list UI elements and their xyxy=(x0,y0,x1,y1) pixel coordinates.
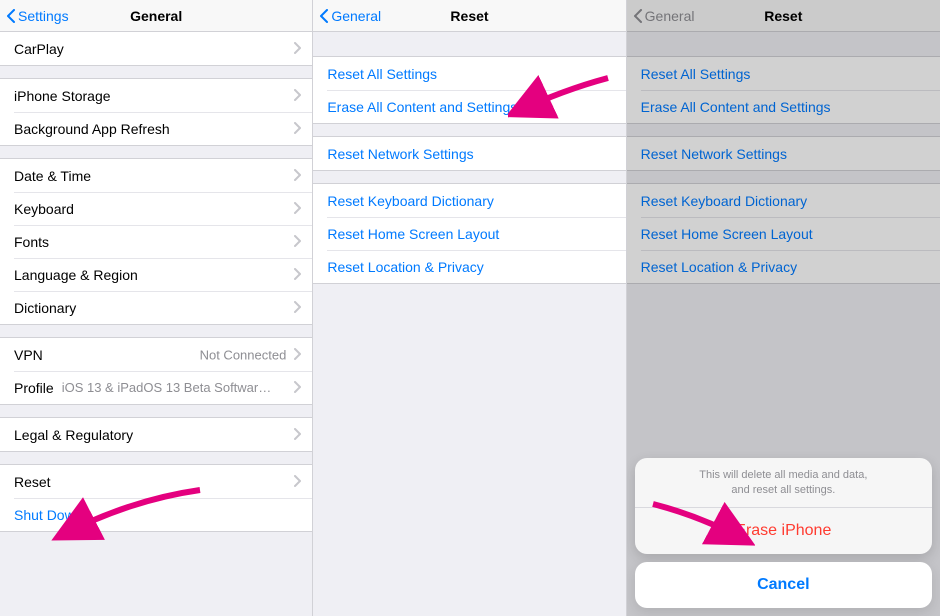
chevron-right-icon xyxy=(294,427,302,443)
row-label: Language & Region xyxy=(14,267,138,283)
back-label: Settings xyxy=(18,8,69,24)
row-label: Reset Keyboard Dictionary xyxy=(327,193,494,209)
row-date-time[interactable]: Date & Time xyxy=(0,159,312,192)
group-reset-3: Reset Keyboard Dictionary Reset Home Scr… xyxy=(313,183,625,284)
row-shutdown[interactable]: Shut Down xyxy=(0,498,312,531)
cancel-button[interactable]: Cancel xyxy=(635,562,932,608)
row-label: Keyboard xyxy=(14,201,74,217)
button-label: Cancel xyxy=(757,576,809,594)
row-background-app-refresh[interactable]: Background App Refresh xyxy=(0,112,312,145)
back-to-general[interactable]: General xyxy=(319,0,381,32)
row-keyboard[interactable]: Keyboard xyxy=(0,192,312,225)
action-sheet-body: This will delete all media and data, and… xyxy=(635,458,932,554)
row-legal-regulatory[interactable]: Legal & Regulatory xyxy=(0,418,312,451)
row-reset-keyboard-dictionary[interactable]: Reset Keyboard Dictionary xyxy=(313,184,625,217)
chevron-right-icon xyxy=(294,300,302,316)
row-label: Reset Network Settings xyxy=(327,146,473,162)
row-reset-location-privacy[interactable]: Reset Location & Privacy xyxy=(313,250,625,283)
row-reset-network[interactable]: Reset Network Settings xyxy=(313,137,625,170)
chevron-right-icon xyxy=(294,267,302,283)
erase-iphone-button[interactable]: Erase iPhone xyxy=(635,508,932,554)
message-line: This will delete all media and data, xyxy=(699,469,867,481)
navbar-title: General xyxy=(130,8,182,24)
row-language-region[interactable]: Language & Region xyxy=(0,258,312,291)
row-label: Reset Location & Privacy xyxy=(327,259,483,275)
chevron-right-icon xyxy=(294,41,302,57)
row-label: Legal & Regulatory xyxy=(14,427,133,443)
action-sheet-message: This will delete all media and data, and… xyxy=(635,458,932,508)
row-reset-all-settings[interactable]: Reset All Settings xyxy=(313,57,625,90)
panel-reset: General Reset Reset All Settings Erase A… xyxy=(313,0,626,616)
row-label: Reset Home Screen Layout xyxy=(327,226,499,242)
group-vpn-profile: VPN Not Connected Profile iOS 13 & iPadO… xyxy=(0,337,312,405)
row-label: iPhone Storage xyxy=(14,88,111,104)
row-erase-all-content[interactable]: Erase All Content and Settings xyxy=(313,90,625,123)
group-reset-2: Reset Network Settings xyxy=(313,136,625,171)
row-profile[interactable]: Profile iOS 13 & iPadOS 13 Beta Software… xyxy=(0,371,312,404)
row-value: Not Connected xyxy=(200,347,287,362)
group-legal: Legal & Regulatory xyxy=(0,417,312,452)
row-label: Erase All Content and Settings xyxy=(327,99,517,115)
row-label: Fonts xyxy=(14,234,49,250)
chevron-right-icon xyxy=(294,121,302,137)
row-carplay[interactable]: CarPlay xyxy=(0,32,312,65)
row-label: Shut Down xyxy=(14,507,82,523)
button-label: Erase iPhone xyxy=(735,522,831,540)
chevron-left-icon xyxy=(6,9,16,23)
row-label: Reset All Settings xyxy=(327,66,437,82)
back-label: General xyxy=(331,8,381,24)
chevron-right-icon xyxy=(294,234,302,250)
panel-general: Settings General CarPlay iPhone Storage … xyxy=(0,0,313,616)
row-label: CarPlay xyxy=(14,41,64,57)
group-storage: iPhone Storage Background App Refresh xyxy=(0,78,312,146)
back-to-settings[interactable]: Settings xyxy=(6,0,69,32)
chevron-right-icon xyxy=(294,168,302,184)
group-carplay: CarPlay xyxy=(0,32,312,66)
chevron-right-icon xyxy=(294,474,302,490)
navbar-reset: General Reset xyxy=(313,0,625,32)
row-iphone-storage[interactable]: iPhone Storage xyxy=(0,79,312,112)
chevron-right-icon xyxy=(294,380,302,396)
message-line: and reset all settings. xyxy=(731,484,835,496)
row-label: VPN xyxy=(14,347,43,363)
navbar-title: Reset xyxy=(450,8,488,24)
action-sheet: This will delete all media and data, and… xyxy=(635,458,932,608)
panel-reset-confirm: General Reset Reset All Settings Erase A… xyxy=(627,0,940,616)
row-label: Profile xyxy=(14,380,54,396)
row-label: Dictionary xyxy=(14,300,76,316)
chevron-right-icon xyxy=(294,88,302,104)
chevron-left-icon xyxy=(319,9,329,23)
chevron-right-icon xyxy=(294,347,302,363)
navbar-general: Settings General xyxy=(0,0,312,32)
row-label: Background App Refresh xyxy=(14,121,170,137)
row-reset-home-screen[interactable]: Reset Home Screen Layout xyxy=(313,217,625,250)
row-label: Date & Time xyxy=(14,168,91,184)
group-reset-1: Reset All Settings Erase All Content and… xyxy=(313,56,625,124)
row-dictionary[interactable]: Dictionary xyxy=(0,291,312,324)
chevron-right-icon xyxy=(294,201,302,217)
row-fonts[interactable]: Fonts xyxy=(0,225,312,258)
row-value: iOS 13 & iPadOS 13 Beta Software Pr... xyxy=(62,380,272,395)
row-reset[interactable]: Reset xyxy=(0,465,312,498)
group-reset-shutdown: Reset Shut Down xyxy=(0,464,312,532)
row-label: Reset xyxy=(14,474,51,490)
row-vpn[interactable]: VPN Not Connected xyxy=(0,338,312,371)
group-preferences: Date & Time Keyboard Fonts Language & Re… xyxy=(0,158,312,325)
